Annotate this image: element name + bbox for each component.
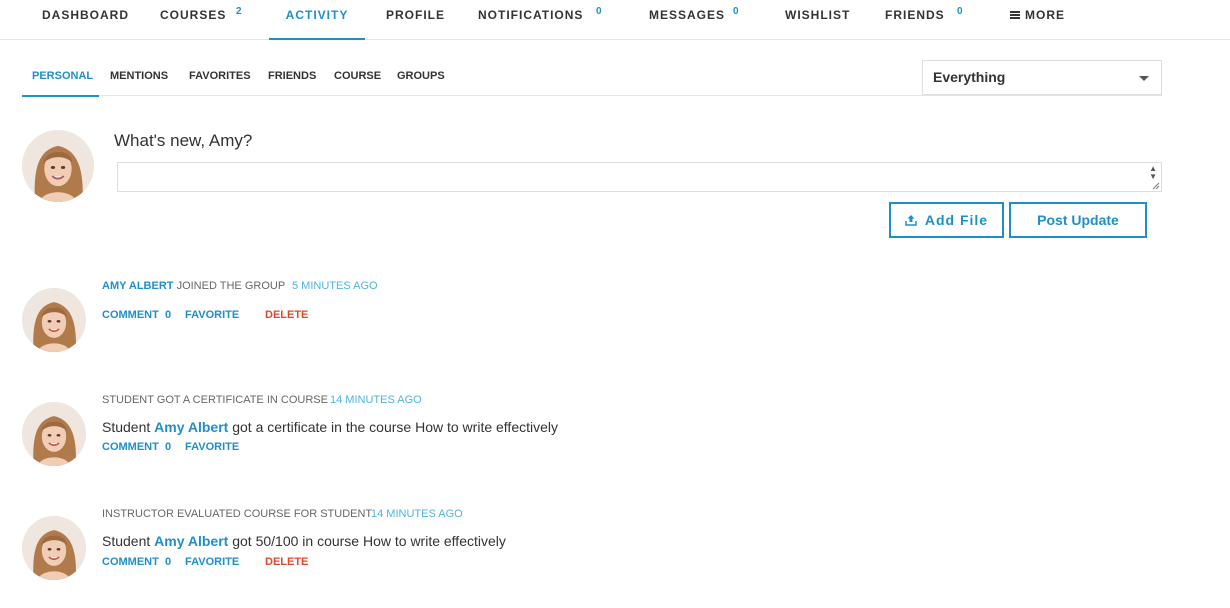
tab-friends-label: FRIENDS — [268, 70, 317, 82]
post-update-label: Post Update — [1037, 212, 1119, 228]
status-update-input[interactable]: ▲ ▼ — [117, 162, 1162, 192]
composer-prompt: What's new, Amy? — [114, 131, 253, 150]
tab-groups[interactable]: GROUPS — [397, 60, 445, 97]
courses-count-badge: 2 — [236, 6, 242, 17]
activity-timestamp[interactable]: 14 MINUTES AGO — [371, 508, 463, 520]
activity-content-prefix: Student — [102, 419, 151, 435]
delete-button[interactable]: DELETE — [265, 556, 308, 568]
tab-favorites[interactable]: FAVORITES — [189, 60, 251, 97]
nav-notifications[interactable]: NOTIFICATIONS 0 — [478, 0, 602, 40]
activity-header: AMY ALBERT JOINED THE GROUP — [102, 280, 285, 292]
comment-label: COMMENT — [102, 309, 159, 321]
tab-friends[interactable]: FRIENDS — [268, 60, 316, 97]
nav-messages-label: MESSAGES — [649, 8, 726, 22]
add-file-label: Add File — [924, 212, 989, 228]
activity-user-link[interactable]: AMY ALBERT — [102, 280, 174, 292]
user-photo — [22, 130, 94, 202]
nav-profile-label: PROFILE — [386, 8, 446, 22]
user-photo — [22, 288, 86, 352]
activity-action-text: JOINED THE GROUP — [176, 280, 286, 292]
upload-icon — [905, 215, 917, 226]
comment-button[interactable]: COMMENT 0 — [102, 309, 171, 321]
nav-activity[interactable]: ACTIVITY — [269, 0, 365, 40]
activity-timestamp[interactable]: 14 MINUTES AGO — [330, 394, 422, 406]
activity-content: Student Amy Albert got 50/100 in course … — [102, 533, 506, 549]
comment-label: COMMENT — [102, 556, 159, 568]
activity-user-link[interactable]: Amy Albert — [154, 533, 228, 549]
nav-more[interactable]: MORE — [1010, 0, 1065, 40]
activity-content-text: got 50/100 in course How to write effect… — [232, 533, 506, 549]
activity-content-prefix: Student — [102, 533, 151, 549]
spinner-arrows-icon: ▲ ▼ — [1149, 164, 1157, 181]
user-photo — [22, 516, 86, 580]
nav-wishlist-label: WISHLIST — [785, 8, 851, 22]
tab-course-label: COURSE — [334, 70, 382, 82]
comment-label: COMMENT — [102, 441, 159, 453]
friends-count-badge: 0 — [957, 6, 963, 17]
filter-selected-value: Everything — [933, 69, 1006, 85]
tab-mentions[interactable]: MENTIONS — [110, 60, 168, 97]
nav-messages[interactable]: MESSAGES 0 — [649, 0, 739, 40]
post-update-button[interactable]: Post Update — [1009, 202, 1147, 238]
messages-count-badge: 0 — [733, 6, 739, 17]
nav-activity-label: ACTIVITY — [285, 8, 349, 22]
activity-content: Student Amy Albert got a certificate in … — [102, 419, 558, 435]
hamburger-icon — [1010, 11, 1020, 19]
nav-courses-label: COURSES — [160, 8, 227, 22]
delete-button[interactable]: DELETE — [265, 309, 308, 321]
resize-grip-icon[interactable] — [1151, 181, 1160, 190]
top-navigation: DASHBOARD COURSES 2 ACTIVITY PROFILE NOTI… — [0, 0, 1230, 40]
nav-profile[interactable]: PROFILE — [386, 0, 445, 40]
add-file-button[interactable]: Add File — [889, 202, 1004, 238]
comment-button[interactable]: COMMENT 0 — [102, 556, 171, 568]
activity-action-text: STUDENT GOT A CERTIFICATE IN COURSE — [102, 394, 328, 406]
comment-count: 0 — [164, 556, 172, 568]
activity-content-text: got a certificate in the course How to w… — [232, 419, 558, 435]
nav-dashboard-label: DASHBOARD — [42, 8, 129, 22]
tab-personal[interactable]: PERSONAL — [22, 60, 99, 97]
nav-wishlist[interactable]: WISHLIST — [785, 0, 850, 40]
favorite-button[interactable]: FAVORITE — [185, 309, 239, 321]
nav-notifications-label: NOTIFICATIONS — [478, 8, 584, 22]
notifications-count-badge: 0 — [596, 6, 602, 17]
nav-courses[interactable]: COURSES 2 — [160, 0, 242, 40]
tab-personal-label: PERSONAL — [32, 70, 94, 82]
favorite-button[interactable]: FAVORITE — [185, 556, 239, 568]
tab-mentions-label: MENTIONS — [110, 70, 169, 82]
tab-favorites-label: FAVORITES — [189, 70, 251, 82]
activity-avatar[interactable] — [22, 516, 86, 580]
nav-friends-label: FRIENDS — [885, 8, 945, 22]
activity-avatar[interactable] — [22, 288, 86, 352]
nav-dashboard[interactable]: DASHBOARD — [42, 0, 129, 40]
avatar — [22, 130, 94, 202]
tab-groups-label: GROUPS — [397, 70, 445, 82]
activity-timestamp[interactable]: 5 MINUTES AGO — [292, 280, 378, 292]
comment-button[interactable]: COMMENT 0 — [102, 441, 171, 453]
user-photo — [22, 402, 86, 466]
tab-course[interactable]: COURSE — [334, 60, 381, 97]
comment-count: 0 — [164, 309, 172, 321]
activity-action-text: INSTRUCTOR EVALUATED COURSE FOR STUDENT — [102, 508, 373, 520]
comment-count: 0 — [164, 441, 172, 453]
favorite-button[interactable]: FAVORITE — [185, 441, 239, 453]
nav-friends[interactable]: FRIENDS 0 — [885, 0, 963, 40]
activity-filter-select[interactable]: Everything — [922, 60, 1162, 95]
nav-more-label: MORE — [1025, 8, 1065, 22]
activity-user-link[interactable]: Amy Albert — [154, 419, 228, 435]
chevron-down-icon — [1139, 76, 1149, 81]
activity-avatar[interactable] — [22, 402, 86, 466]
